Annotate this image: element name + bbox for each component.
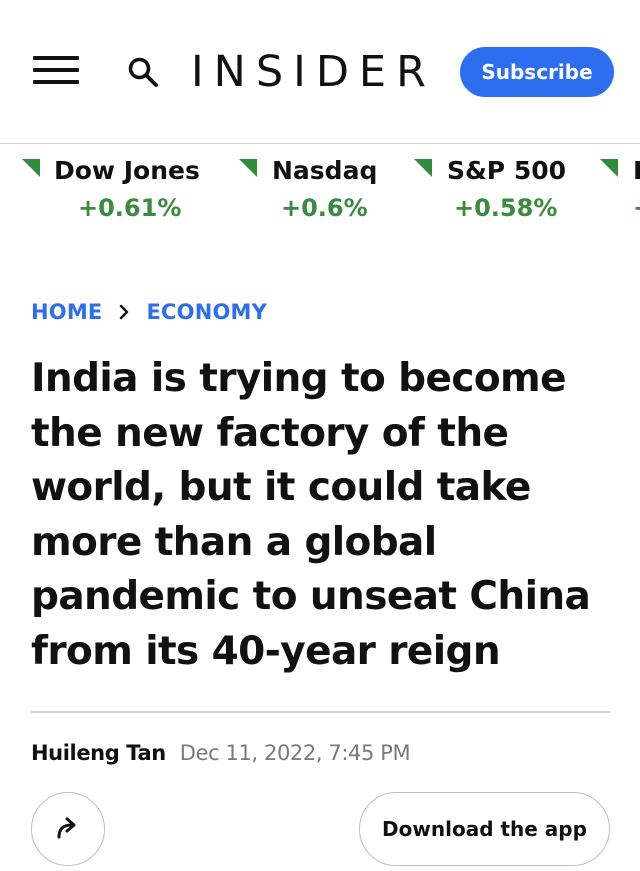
- up-triangle-icon: [22, 159, 40, 177]
- hamburger-menu-icon[interactable]: [33, 56, 79, 86]
- menu-bar: [33, 68, 79, 72]
- up-triangle-icon: [239, 159, 257, 177]
- byline: Huileng Tan Dec 11, 2022, 7:45 PM: [31, 738, 411, 768]
- up-triangle-icon: [600, 159, 618, 177]
- breadcrumb-section-link[interactable]: ECONOMY: [146, 300, 267, 324]
- article-headline: India is trying to become the new factor…: [31, 356, 591, 674]
- menu-bar: [33, 56, 79, 60]
- ticker-change: +0.6%: [281, 194, 368, 222]
- ticker-name: S&P 500: [447, 156, 567, 185]
- share-arrow-icon: [57, 817, 76, 839]
- breadcrumb-home-link[interactable]: HOME: [31, 300, 102, 324]
- subscribe-button[interactable]: Subscribe: [460, 47, 614, 97]
- breadcrumb: HOME ECONOMY: [31, 297, 267, 327]
- ticker-change: +: [633, 193, 640, 223]
- site-logo[interactable]: INSIDER: [191, 46, 436, 98]
- up-triangle-icon: [414, 159, 432, 177]
- ticker-change: +0.58%: [454, 194, 558, 222]
- market-ticker: Dow Jones +0.61% Nasdaq +0.6% S&P 500 +0…: [0, 145, 640, 235]
- ticker-name: Nasdaq: [272, 156, 378, 185]
- menu-bar: [33, 80, 79, 84]
- ticker-name: Dow Jones: [54, 156, 200, 185]
- chevron-right-icon-svg: [120, 304, 129, 320]
- download-app-button[interactable]: Download the app: [359, 792, 610, 866]
- chevron-right-icon: [102, 297, 146, 327]
- ticker-name: I: [633, 156, 640, 185]
- search-icon-svg: [128, 57, 158, 87]
- search-icon[interactable]: [125, 54, 161, 90]
- ticker-change: +0.61%: [78, 194, 182, 222]
- publish-date: Dec 11, 2022, 7:45 PM: [179, 741, 411, 765]
- share-button[interactable]: [31, 792, 105, 866]
- author-name[interactable]: Huileng Tan: [31, 741, 166, 765]
- divider: [31, 711, 610, 713]
- site-header: INSIDER Subscribe: [0, 0, 640, 144]
